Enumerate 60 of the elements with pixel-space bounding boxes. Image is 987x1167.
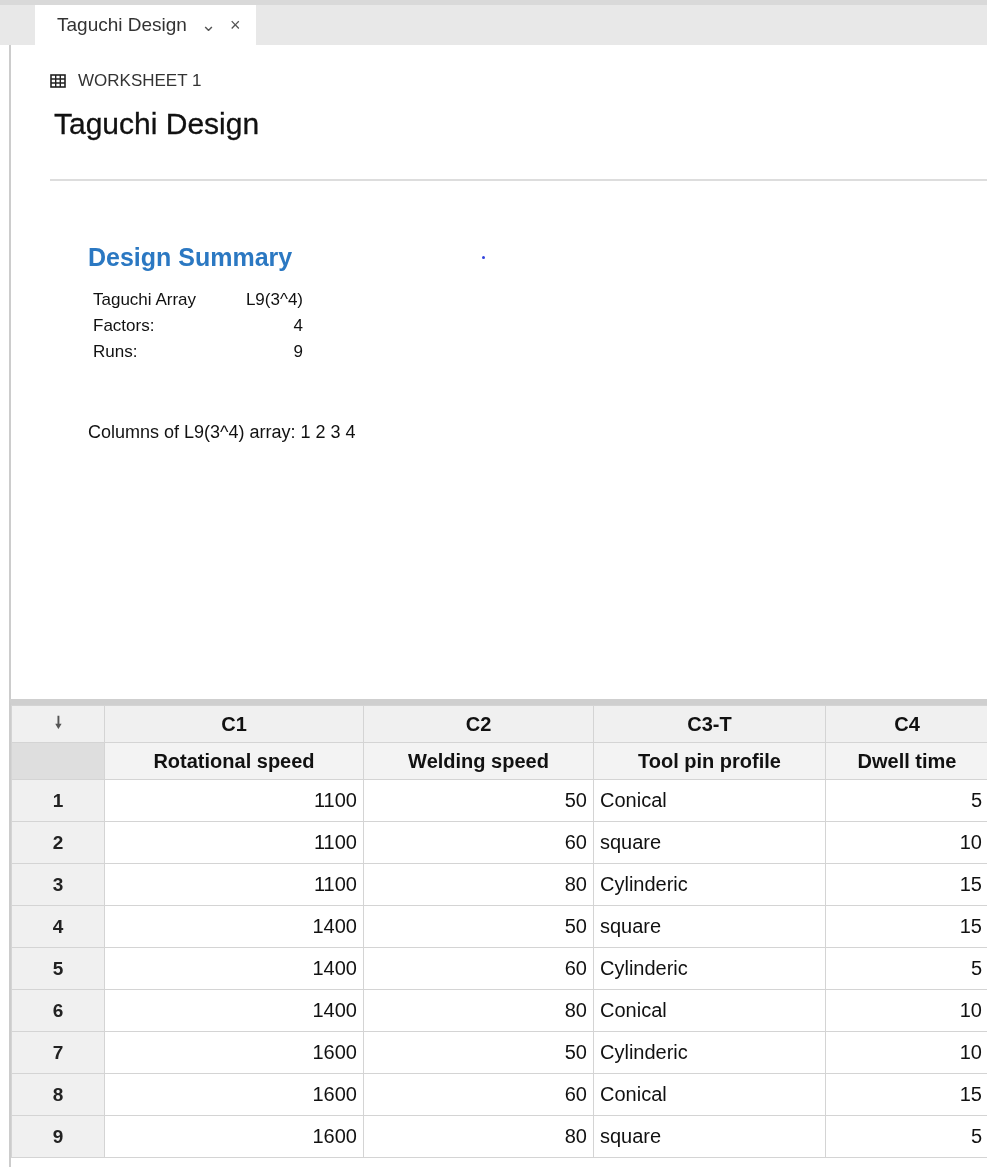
row-number[interactable]: 5 <box>11 947 105 990</box>
table-cell[interactable]: 50 <box>363 779 594 822</box>
row-number[interactable]: 9 <box>11 1115 105 1158</box>
table-cell[interactable]: square <box>593 905 826 948</box>
column-name[interactable]: Welding speed <box>363 742 594 780</box>
summary-value: 4 <box>292 316 303 336</box>
dot-mark <box>482 256 486 259</box>
table-cell[interactable]: 1400 <box>104 947 364 990</box>
table-cell[interactable]: 1100 <box>104 821 364 864</box>
summary-label: Runs: <box>93 342 139 362</box>
table-cell[interactable]: 1100 <box>104 863 364 906</box>
sort-icon[interactable]: 🠗 <box>11 705 105 743</box>
dropdown-icon[interactable]: ⌄ <box>200 14 216 36</box>
table-cell[interactable]: 1100 <box>104 779 364 822</box>
table-cell[interactable]: 1400 <box>104 989 364 1032</box>
table-cell[interactable]: 80 <box>363 1115 594 1158</box>
summary-value: 9 <box>292 342 303 362</box>
column-name[interactable]: Dwell time <box>825 742 987 780</box>
table-cell[interactable]: 1600 <box>104 1031 364 1074</box>
table-cell[interactable]: Cylinderic <box>593 1031 826 1074</box>
table-cell[interactable]: 80 <box>363 863 594 906</box>
table-cell[interactable]: Conical <box>593 779 826 822</box>
column-id[interactable]: C2 <box>363 705 594 743</box>
document-tab[interactable]: Taguchi Design ⌄ × <box>35 5 257 45</box>
row-number[interactable]: 1 <box>11 779 105 822</box>
table-cell[interactable]: 1400 <box>104 905 364 948</box>
table-cell[interactable]: 60 <box>363 1073 594 1116</box>
row-number[interactable]: 4 <box>11 905 105 948</box>
grid-icon <box>50 74 66 88</box>
summary-label: Taguchi Array <box>93 290 197 310</box>
table-cell[interactable]: 60 <box>363 821 594 864</box>
column-id[interactable]: C1 <box>104 705 364 743</box>
section-heading: Design Summary <box>88 243 293 272</box>
summary-label: Factors: <box>93 316 156 336</box>
table-cell[interactable]: Cylinderic <box>593 863 826 906</box>
summary-note: Columns of L9(3^4) array: 1 2 3 4 <box>88 422 357 443</box>
row-number[interactable]: 3 <box>11 863 105 906</box>
table-cell[interactable]: 60 <box>363 947 594 990</box>
table-cell[interactable]: 50 <box>363 905 594 948</box>
row-number[interactable]: 6 <box>11 989 105 1032</box>
summary-value: L9(3^4) <box>244 290 303 310</box>
table-cell[interactable]: 1600 <box>104 1073 364 1116</box>
table-cell[interactable]: 50 <box>363 1031 594 1074</box>
table-cell[interactable]: 1600 <box>104 1115 364 1158</box>
column-name[interactable]: Tool pin profile <box>593 742 826 780</box>
table-cell[interactable]: square <box>593 1115 826 1158</box>
close-icon[interactable]: × <box>229 14 241 36</box>
row-number[interactable]: 2 <box>11 821 105 864</box>
row-number[interactable]: 7 <box>11 1031 105 1074</box>
column-id[interactable]: C4 <box>825 705 987 743</box>
table-cell[interactable]: Conical <box>593 989 826 1032</box>
row-number[interactable]: 8 <box>11 1073 105 1116</box>
table-cell[interactable]: Conical <box>593 1073 826 1116</box>
table-cell[interactable]: square <box>593 821 826 864</box>
page-title: Taguchi Design <box>54 107 261 141</box>
column-name[interactable]: Rotational speed <box>104 742 364 780</box>
table-cell[interactable]: Cylinderic <box>593 947 826 990</box>
worksheet-label: WORKSHEET 1 <box>78 71 202 91</box>
table-cell[interactable]: 80 <box>363 989 594 1032</box>
column-id[interactable]: C3-T <box>593 705 826 743</box>
